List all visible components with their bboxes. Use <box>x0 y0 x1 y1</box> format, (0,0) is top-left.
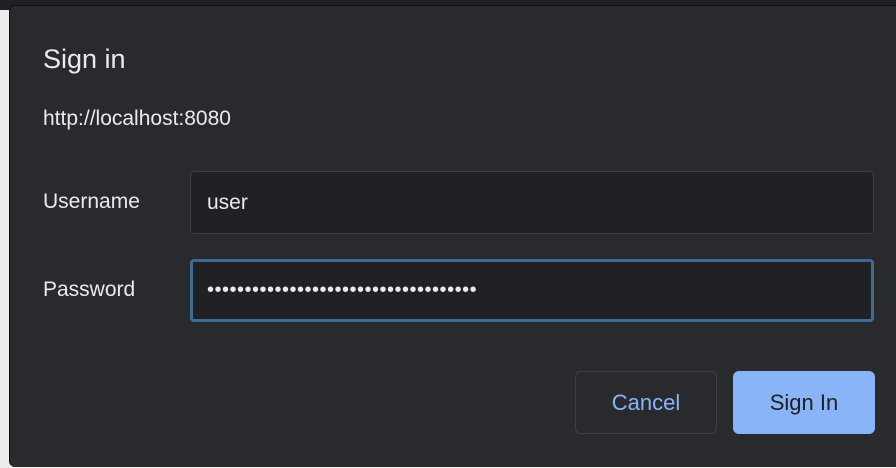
password-label: Password <box>43 278 136 301</box>
username-label: Username <box>43 190 140 213</box>
username-input[interactable]: user <box>190 171 874 234</box>
password-input[interactable]: •••••••••••••••••••••••••••••••••••• <box>190 259 874 322</box>
dialog-title: Sign in <box>43 44 126 74</box>
sign-in-button[interactable]: Sign In <box>733 371 875 434</box>
sign-in-dialog: Sign in http://localhost:8080 Username u… <box>9 5 896 467</box>
origin-url: http://localhost:8080 <box>43 107 231 130</box>
cancel-button[interactable]: Cancel <box>575 371 717 434</box>
